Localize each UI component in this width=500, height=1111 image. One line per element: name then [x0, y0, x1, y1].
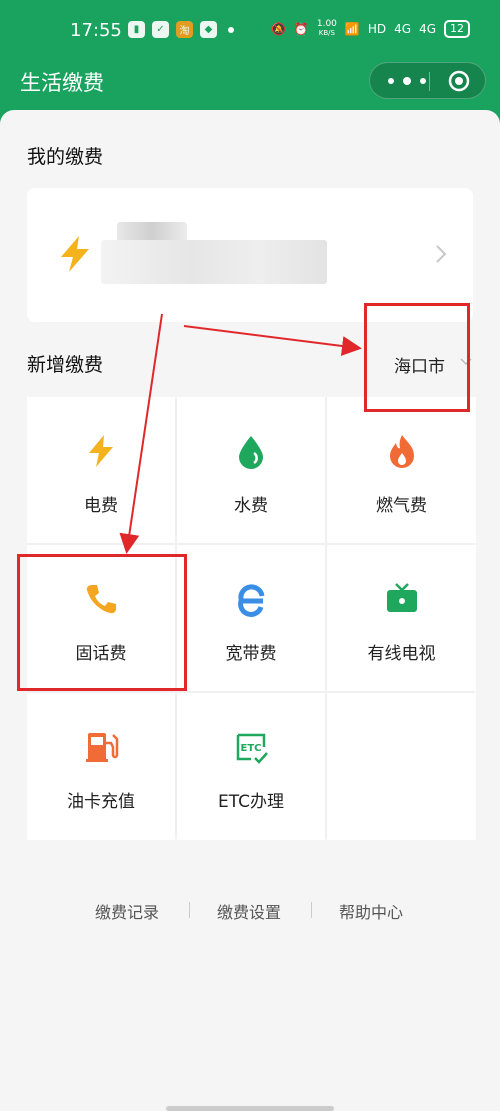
annotation-arrow-to-city [183, 325, 362, 356]
annotation-arrows [119, 313, 362, 554]
annotation-arrow-to-landline [119, 313, 163, 554]
